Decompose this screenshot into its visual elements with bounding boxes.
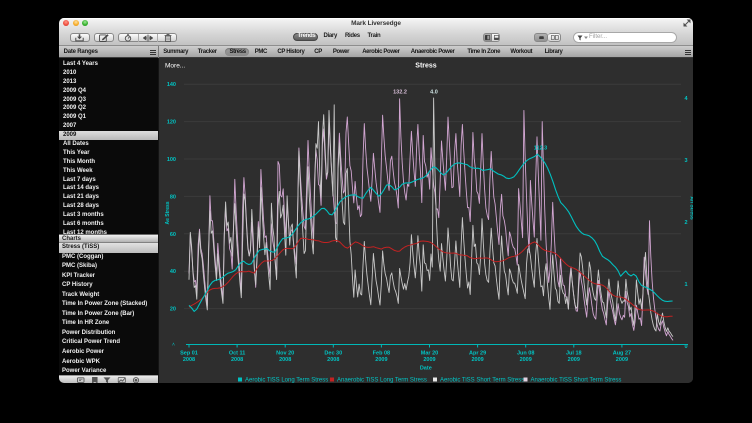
svg-text:Stress: Stress bbox=[415, 63, 437, 70]
svg-text:Anaerobic TiSS Short Term Stre: Anaerobic TiSS Short Term Stress bbox=[531, 378, 622, 384]
svg-text:60: 60 bbox=[170, 232, 176, 238]
svg-text:Anaerobic TiSS Long Term Stres: Anaerobic TiSS Long Term Stress bbox=[337, 378, 427, 384]
svg-text:20: 20 bbox=[170, 307, 176, 313]
svg-text:2008: 2008 bbox=[279, 357, 291, 363]
svg-text:40: 40 bbox=[170, 269, 176, 275]
svg-text:Jul 18: Jul 18 bbox=[566, 351, 582, 357]
svg-text:Aug 27: Aug 27 bbox=[613, 351, 631, 357]
svg-text:3: 3 bbox=[685, 158, 688, 164]
svg-text:1: 1 bbox=[685, 282, 688, 288]
svg-text:2: 2 bbox=[685, 220, 688, 226]
svg-text:Aerobic TiSS Long Term Stress: Aerobic TiSS Long Term Stress bbox=[245, 378, 328, 384]
svg-text:2009: 2009 bbox=[568, 357, 580, 363]
svg-text:Ae Stress: Ae Stress bbox=[165, 201, 171, 224]
svg-text:2009: 2009 bbox=[520, 357, 532, 363]
svg-text:Mar 20: Mar 20 bbox=[421, 351, 438, 357]
svg-text:Dec 30: Dec 30 bbox=[324, 351, 342, 357]
svg-text:2009: 2009 bbox=[375, 357, 387, 363]
svg-text:˄: ˄ bbox=[172, 342, 175, 348]
svg-text:132.2: 132.2 bbox=[393, 90, 407, 96]
svg-text:Aerobic TiSS Short Term Stress: Aerobic TiSS Short Term Stress bbox=[440, 378, 524, 384]
svg-text:100: 100 bbox=[167, 157, 176, 163]
svg-text:An Stress: An Stress bbox=[689, 196, 694, 220]
svg-text:4.0: 4.0 bbox=[430, 90, 438, 96]
svg-text:Date: Date bbox=[420, 366, 432, 372]
svg-text:2008: 2008 bbox=[327, 357, 339, 363]
svg-text:Oct 11: Oct 11 bbox=[229, 351, 246, 357]
svg-text:140: 140 bbox=[167, 82, 176, 88]
svg-text:Feb 08: Feb 08 bbox=[373, 351, 390, 357]
svg-text:Nov 20: Nov 20 bbox=[276, 351, 294, 357]
svg-text:2009: 2009 bbox=[471, 357, 483, 363]
svg-text:Apr 29: Apr 29 bbox=[469, 351, 486, 357]
svg-text:Sep 01: Sep 01 bbox=[180, 351, 198, 357]
svg-text:4: 4 bbox=[685, 96, 689, 102]
svg-text:2008: 2008 bbox=[183, 357, 195, 363]
svg-text:2008: 2008 bbox=[231, 357, 243, 363]
svg-text:2009: 2009 bbox=[423, 357, 435, 363]
svg-text:120: 120 bbox=[167, 120, 176, 126]
svg-text:More...: More... bbox=[165, 63, 185, 70]
svg-text:80: 80 bbox=[170, 194, 176, 200]
svg-text:2009: 2009 bbox=[616, 357, 628, 363]
svg-text:Jun 08: Jun 08 bbox=[517, 351, 534, 357]
svg-text:112.3: 112.3 bbox=[534, 146, 547, 152]
